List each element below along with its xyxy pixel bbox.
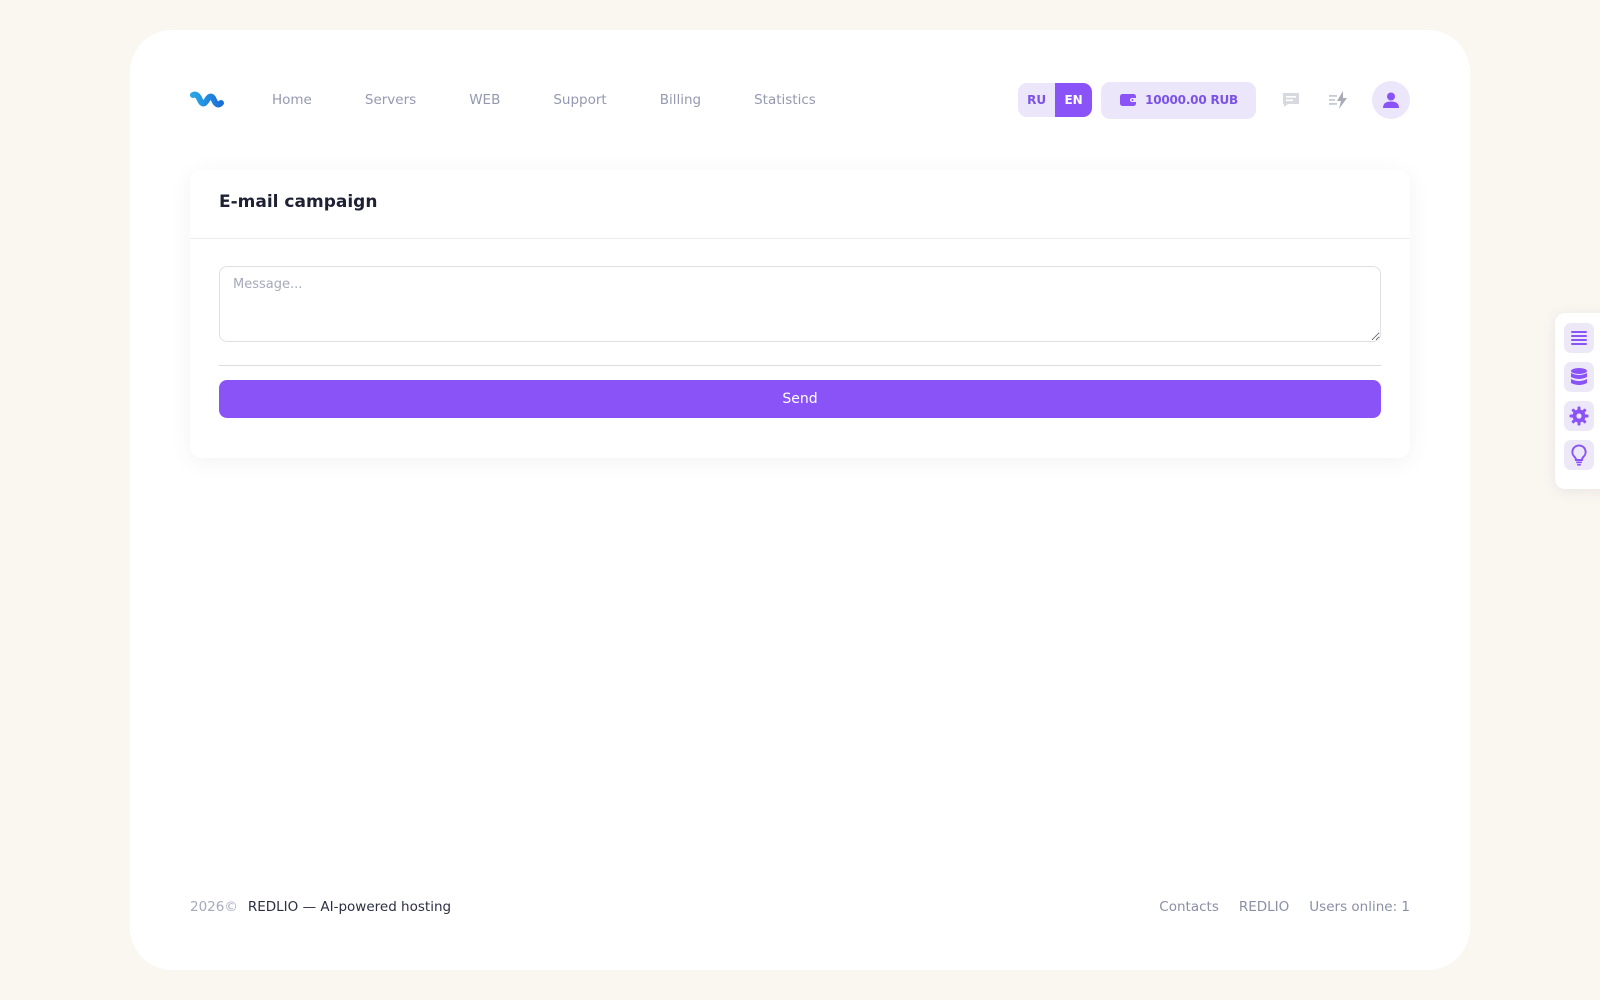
footer-contacts-link[interactable]: Contacts	[1159, 899, 1219, 915]
gear-icon	[1569, 406, 1589, 426]
nav-home[interactable]: Home	[272, 92, 312, 108]
lang-en-button[interactable]: EN	[1055, 83, 1093, 117]
lightbulb-icon	[1571, 444, 1587, 466]
nav-web[interactable]: WEB	[469, 92, 500, 108]
divider	[219, 365, 1381, 366]
main-frame: Home Servers WEB Support Billing Statist…	[130, 30, 1470, 970]
footer: 2026© REDLIO — AI-powered hosting Contac…	[190, 899, 1410, 915]
nav-statistics[interactable]: Statistics	[754, 92, 816, 108]
email-campaign-card: E-mail campaign Send	[190, 170, 1410, 458]
send-button[interactable]: Send	[219, 380, 1381, 418]
list-icon	[1571, 331, 1587, 345]
footer-year: 2026©	[190, 899, 238, 915]
header-actions: RU EN 10000.00 RUB	[1018, 81, 1410, 119]
side-tools-panel	[1555, 313, 1600, 489]
footer-brand: REDLIO — AI-powered hosting	[247, 899, 452, 915]
nav-servers[interactable]: Servers	[365, 92, 416, 108]
divider	[190, 238, 1410, 239]
balance-amount: 10000.00 RUB	[1145, 93, 1238, 107]
user-icon	[1383, 92, 1399, 108]
nav-support[interactable]: Support	[553, 92, 606, 108]
wallet-icon	[1120, 94, 1138, 106]
page-title: E-mail campaign	[219, 192, 378, 212]
user-avatar[interactable]	[1372, 81, 1410, 119]
logo-icon[interactable]	[190, 89, 224, 111]
chat-icon	[1283, 93, 1299, 107]
side-list-button[interactable]	[1564, 323, 1594, 353]
side-ideas-button[interactable]	[1564, 440, 1594, 470]
lightning-icon	[1329, 91, 1347, 109]
nav-billing[interactable]: Billing	[660, 92, 701, 108]
footer-links: Contacts REDLIO Users online: 1	[1139, 899, 1410, 915]
balance-button[interactable]: 10000.00 RUB	[1101, 81, 1256, 119]
main-nav: Home Servers WEB Support Billing Statist…	[272, 92, 869, 108]
message-input[interactable]	[219, 266, 1381, 342]
messages-button[interactable]	[1278, 87, 1304, 113]
quick-actions-button[interactable]	[1326, 87, 1352, 113]
footer-redlio-link[interactable]: REDLIO	[1239, 899, 1289, 915]
language-switcher: RU EN	[1018, 83, 1093, 117]
side-database-button[interactable]	[1564, 362, 1594, 392]
top-header: Home Servers WEB Support Billing Statist…	[190, 80, 1410, 120]
database-icon	[1571, 368, 1587, 385]
users-online: Users online: 1	[1309, 899, 1410, 915]
lang-ru-button[interactable]: RU	[1018, 83, 1055, 117]
side-settings-button[interactable]	[1564, 401, 1594, 431]
